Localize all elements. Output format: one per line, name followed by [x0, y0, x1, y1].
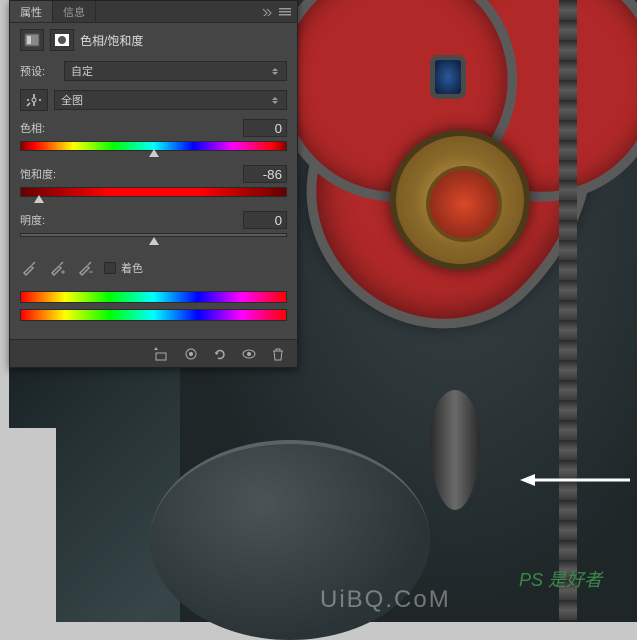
watermark-ps: PS 是好者: [519, 566, 602, 592]
view-previous-icon[interactable]: [178, 344, 204, 364]
lightness-label: 明度:: [20, 212, 45, 228]
tab-properties[interactable]: 属性: [10, 1, 53, 22]
colorize-checkbox[interactable]: [104, 262, 116, 274]
saturation-value-input[interactable]: [243, 165, 287, 183]
adjustment-icon[interactable]: [20, 29, 44, 51]
gold-medallion: [390, 130, 530, 270]
hue-slider-track[interactable]: [20, 141, 287, 153]
preset-dropdown[interactable]: 自定: [64, 61, 287, 81]
lightness-value-input[interactable]: [243, 211, 287, 229]
preset-row: 预设: 自定: [10, 57, 297, 85]
properties-panel: 属性 信息 色相/饱和度 预设: 自定 全图 色相:: [9, 0, 298, 368]
lightness-slider-thumb[interactable]: [149, 237, 159, 245]
saturation-slider-row: 饱和度:: [10, 161, 297, 207]
targeted-adjustment-icon[interactable]: [20, 89, 48, 111]
preset-label: 预设:: [20, 63, 58, 79]
chain-decoration: [559, 0, 577, 620]
hue-label: 色相:: [20, 120, 45, 136]
eyedropper-row: 着色: [10, 253, 297, 283]
spectrum-display: [10, 283, 297, 339]
saturation-slider-track[interactable]: [20, 187, 287, 199]
toggle-visibility-icon[interactable]: [236, 344, 262, 364]
eyedropper-add-icon[interactable]: [48, 259, 66, 277]
eyedropper-icon[interactable]: [20, 259, 38, 277]
colorize-checkbox-wrap[interactable]: 着色: [104, 260, 143, 276]
channel-row: 全图: [10, 85, 297, 115]
saturation-slider-thumb[interactable]: [34, 195, 44, 203]
delete-icon[interactable]: [265, 344, 291, 364]
channel-dropdown[interactable]: 全图: [54, 90, 287, 110]
hue-slider-row: 色相:: [10, 115, 297, 161]
hue-slider-thumb[interactable]: [149, 149, 159, 157]
spectrum-after: [20, 309, 287, 321]
lightness-slider-track[interactable]: [20, 233, 287, 245]
preset-value: 自定: [71, 63, 93, 79]
saturation-label: 饱和度:: [20, 166, 56, 182]
workspace-gray-bottom: [0, 428, 56, 622]
clip-to-layer-icon[interactable]: [149, 344, 175, 364]
dropdown-arrows-icon: [270, 97, 280, 104]
hue-value-input[interactable]: [243, 119, 287, 137]
dropdown-arrows-icon: [270, 68, 280, 75]
adjustment-title: 色相/饱和度: [80, 32, 143, 49]
channel-value: 全图: [61, 92, 83, 108]
colorize-label: 着色: [121, 260, 143, 276]
blue-gem: [430, 55, 466, 99]
eyedropper-subtract-icon[interactable]: [76, 259, 94, 277]
panel-footer: [10, 339, 297, 367]
lightness-slider-row: 明度:: [10, 207, 297, 253]
tab-info-label: 信息: [63, 4, 85, 20]
reset-icon[interactable]: [207, 344, 233, 364]
spectrum-before: [20, 291, 287, 303]
panel-tab-bar: 属性 信息: [10, 1, 297, 23]
pendant-base: [430, 390, 480, 510]
mask-icon[interactable]: [50, 29, 74, 51]
tab-properties-label: 属性: [20, 4, 42, 20]
tab-info[interactable]: 信息: [53, 1, 96, 22]
panel-menu-icon[interactable]: [277, 4, 293, 20]
collapse-icon[interactable]: [259, 4, 275, 20]
adjustment-header: 色相/饱和度: [10, 23, 297, 57]
annotation-arrow: [520, 470, 637, 493]
watermark-text: UiBQ.CoM: [320, 586, 451, 614]
